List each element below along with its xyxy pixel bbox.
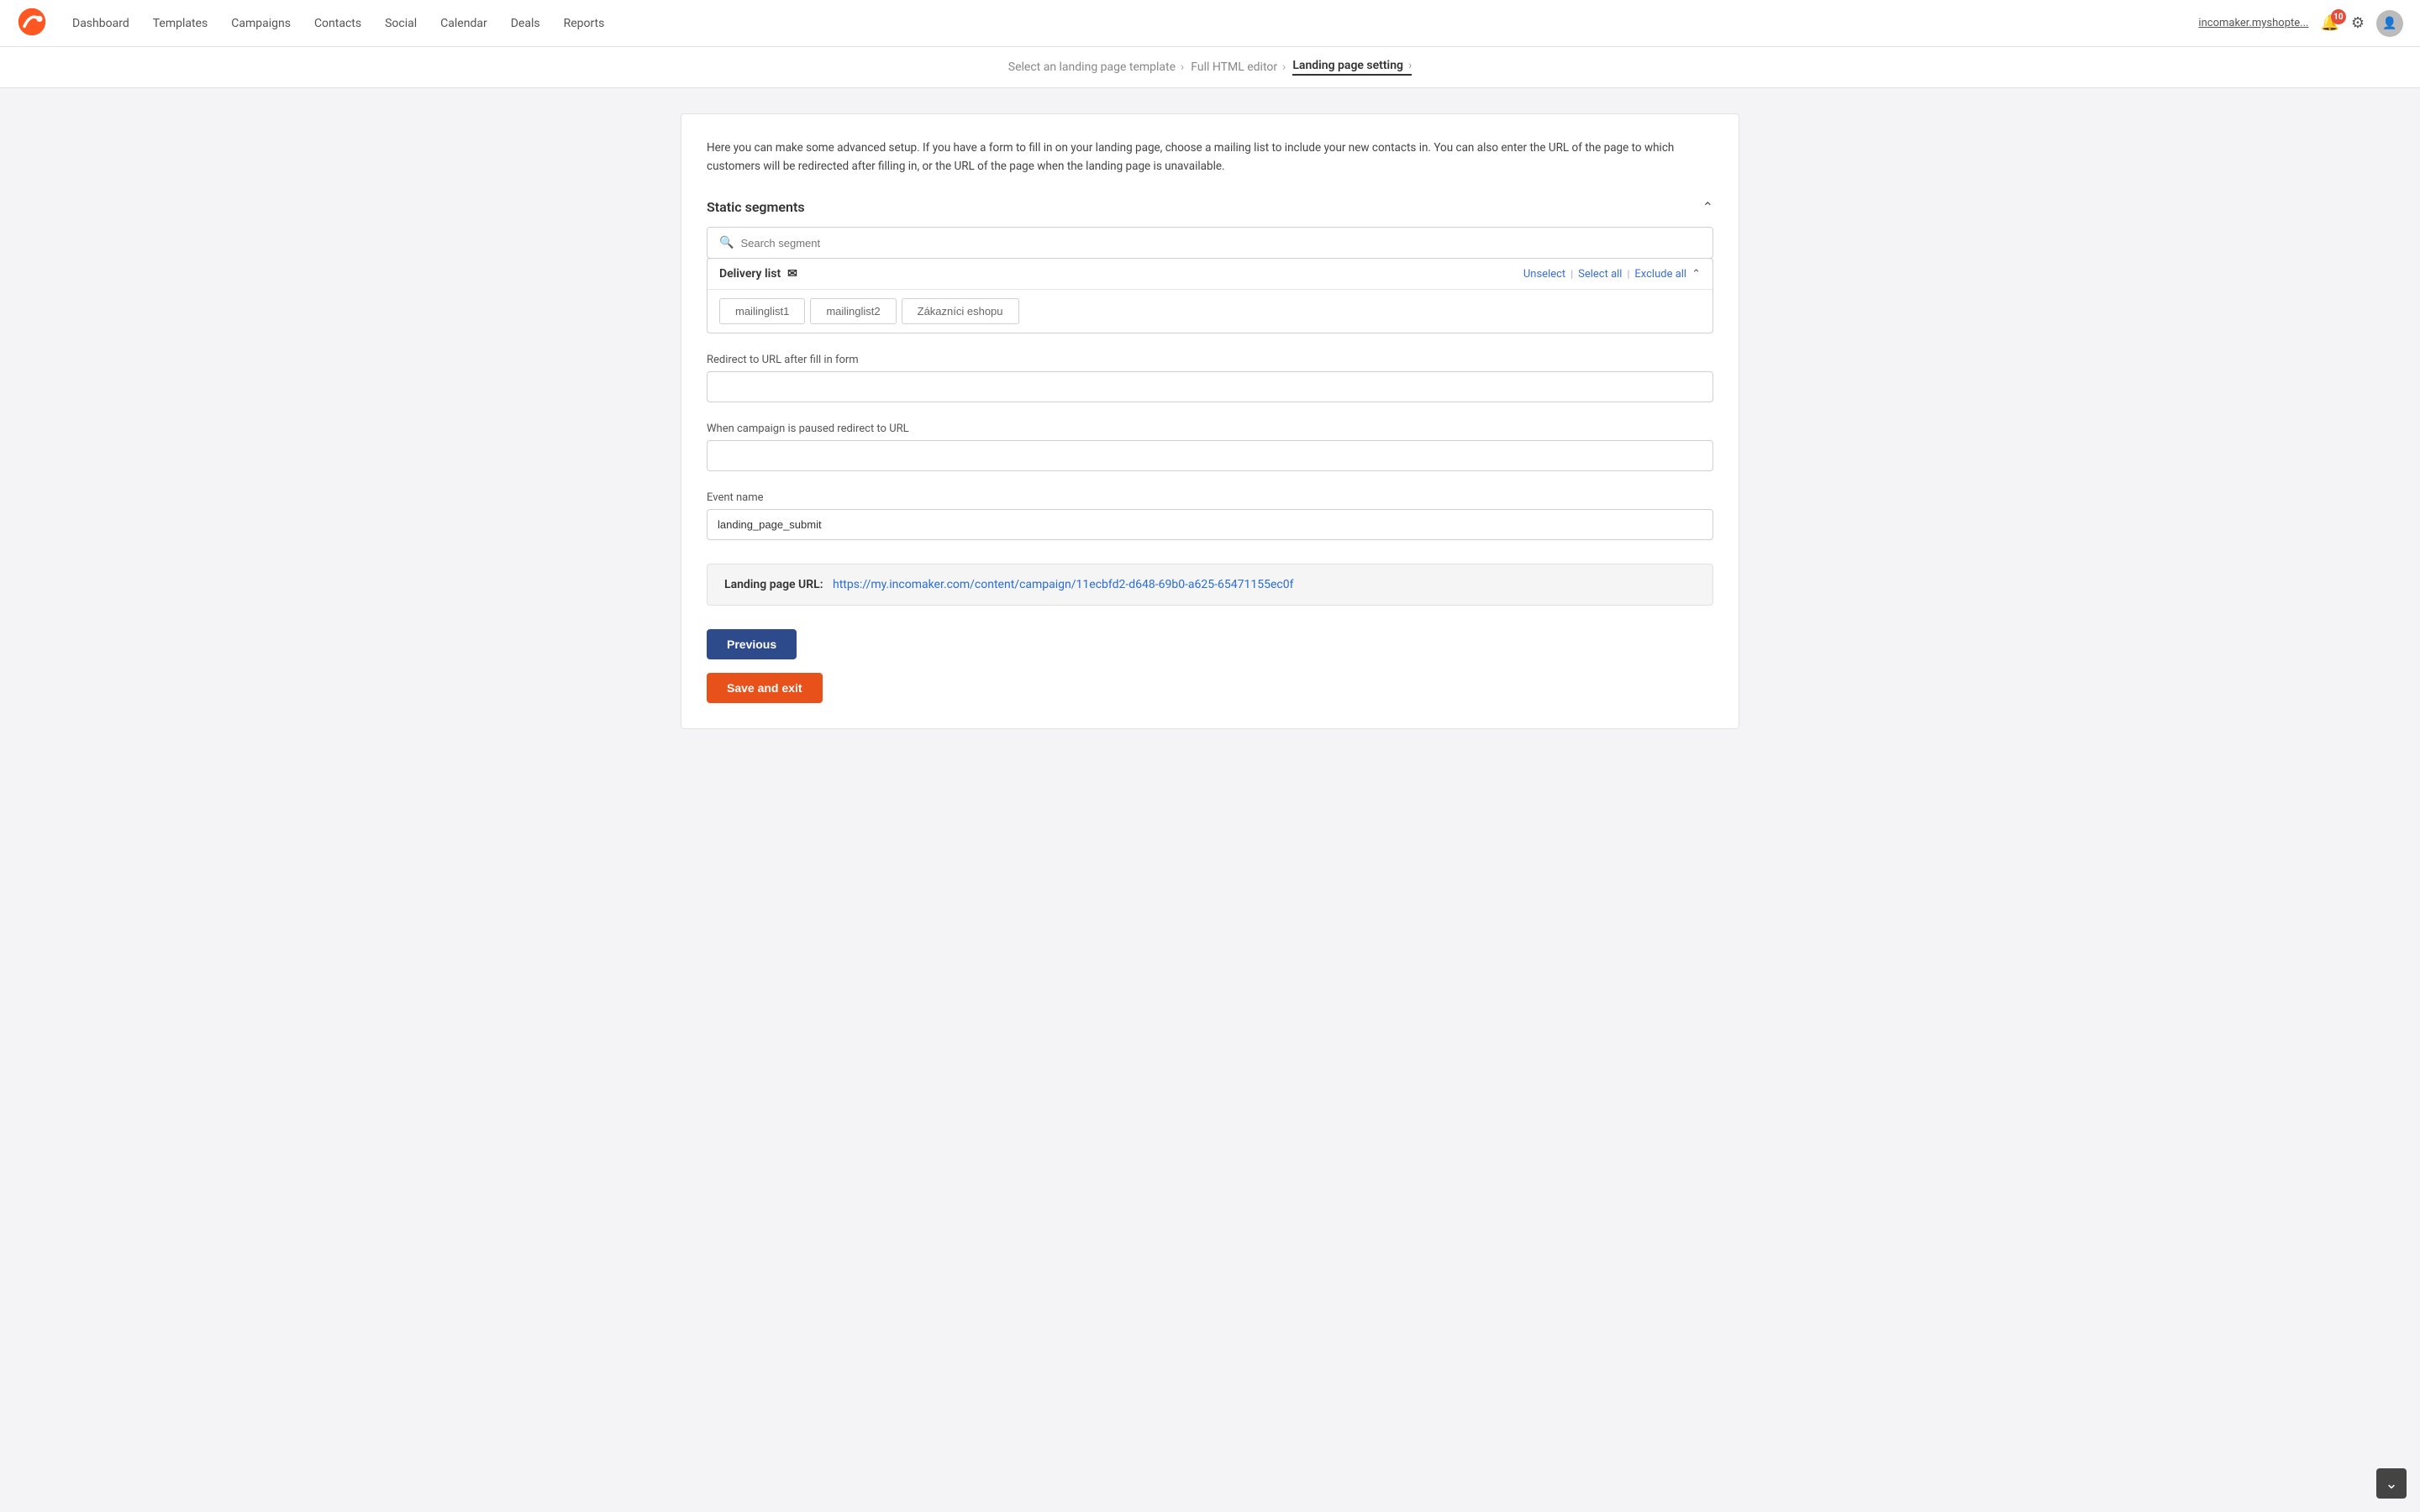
delivery-list-actions: Unselect | Select all | Exclude all bbox=[1523, 268, 1686, 281]
main-content: Here you can make some advanced setup. I… bbox=[664, 113, 1756, 729]
notification-badge: 10 bbox=[2331, 9, 2346, 24]
breadcrumb-step-3[interactable]: Landing page setting › bbox=[1292, 59, 1412, 76]
avatar-icon: 👤 bbox=[2382, 17, 2396, 30]
delivery-list-title: Delivery list ✉ bbox=[719, 267, 797, 281]
event-name-input[interactable] bbox=[707, 509, 1713, 540]
lp-url-link[interactable]: https://my.incomaker.com/content/campaig… bbox=[833, 578, 1293, 591]
event-name-label: Event name bbox=[707, 491, 1713, 504]
separator-1: | bbox=[1570, 268, 1573, 280]
collapse-segments-button[interactable]: ⌃ bbox=[1702, 199, 1713, 215]
static-segments-title: Static segments bbox=[707, 199, 805, 215]
breadcrumb: Select an landing page template › Full H… bbox=[0, 47, 2420, 88]
top-nav: Dashboard Templates Campaigns Contacts S… bbox=[0, 0, 2420, 47]
previous-button[interactable]: Previous bbox=[707, 629, 797, 659]
mailing-item-3[interactable]: Zákazníci eshopu bbox=[902, 298, 1019, 324]
avatar[interactable]: 👤 bbox=[2376, 10, 2403, 37]
separator-2: | bbox=[1627, 268, 1629, 280]
settings-icon[interactable]: ⚙ bbox=[2351, 14, 2365, 32]
nav-deals[interactable]: Deals bbox=[511, 12, 540, 35]
event-name-group: Event name bbox=[707, 491, 1713, 540]
action-buttons: Previous Save and exit bbox=[707, 629, 1713, 703]
chevron-right-icon-3: › bbox=[1408, 59, 1412, 72]
nav-right: incomaker.myshopte... 🔔 10 ⚙ 👤 bbox=[2198, 10, 2403, 37]
breadcrumb-step-1[interactable]: Select an landing page template › bbox=[1008, 60, 1185, 74]
scroll-down-icon: ⌄ bbox=[2385, 1475, 2397, 1493]
mailing-list-items: mailinglist1 mailinglist2 Zákazníci esho… bbox=[708, 290, 1712, 333]
select-all-button[interactable]: Select all bbox=[1578, 268, 1622, 281]
nav-templates[interactable]: Templates bbox=[153, 12, 208, 35]
nav-campaigns[interactable]: Campaigns bbox=[231, 12, 291, 35]
chevron-right-icon-1: › bbox=[1181, 60, 1184, 74]
paused-redirect-group: When campaign is paused redirect to URL bbox=[707, 423, 1713, 471]
nav-dashboard[interactable]: Dashboard bbox=[72, 12, 129, 35]
exclude-all-button[interactable]: Exclude all bbox=[1634, 268, 1686, 281]
mailing-item-1[interactable]: mailinglist1 bbox=[719, 298, 805, 324]
redirect-url-input[interactable] bbox=[707, 371, 1713, 402]
settings-card: Here you can make some advanced setup. I… bbox=[681, 113, 1739, 729]
logo[interactable] bbox=[17, 7, 47, 40]
search-icon: 🔍 bbox=[719, 236, 734, 249]
search-segment-wrapper: 🔍 bbox=[707, 227, 1713, 259]
landing-page-url-box: Landing page URL: https://my.incomaker.c… bbox=[707, 564, 1713, 606]
user-account-link[interactable]: incomaker.myshopte... bbox=[2198, 17, 2308, 29]
mailing-item-2[interactable]: mailinglist2 bbox=[810, 298, 896, 324]
page-description: Here you can make some advanced setup. I… bbox=[707, 139, 1713, 176]
notifications-wrap: 🔔 10 bbox=[2320, 14, 2338, 32]
unselect-button[interactable]: Unselect bbox=[1523, 268, 1565, 281]
static-segments-header: Static segments ⌃ bbox=[707, 199, 1713, 215]
chevron-right-icon-2: › bbox=[1282, 60, 1286, 74]
nav-contacts[interactable]: Contacts bbox=[314, 12, 361, 35]
redirect-url-group: Redirect to URL after fill in form bbox=[707, 354, 1713, 402]
nav-social[interactable]: Social bbox=[385, 12, 417, 35]
search-segment-input[interactable] bbox=[740, 237, 1701, 249]
envelope-icon: ✉ bbox=[787, 267, 797, 281]
lp-url-label: Landing page URL: bbox=[724, 578, 823, 591]
redirect-url-label: Redirect to URL after fill in form bbox=[707, 354, 1713, 366]
scroll-button[interactable]: ⌄ bbox=[2376, 1468, 2407, 1499]
collapse-delivery-list-button[interactable]: ⌃ bbox=[1691, 268, 1701, 281]
save-and-exit-button[interactable]: Save and exit bbox=[707, 673, 823, 703]
nav-links: Dashboard Templates Campaigns Contacts S… bbox=[72, 12, 2198, 35]
nav-calendar[interactable]: Calendar bbox=[440, 12, 487, 35]
delivery-list-section: Delivery list ✉ Unselect | Select all | … bbox=[707, 258, 1713, 333]
paused-redirect-input[interactable] bbox=[707, 440, 1713, 471]
nav-reports[interactable]: Reports bbox=[564, 12, 605, 35]
breadcrumb-step-2[interactable]: Full HTML editor › bbox=[1191, 60, 1286, 74]
delivery-list-header: Delivery list ✉ Unselect | Select all | … bbox=[708, 259, 1712, 290]
paused-redirect-label: When campaign is paused redirect to URL bbox=[707, 423, 1713, 435]
